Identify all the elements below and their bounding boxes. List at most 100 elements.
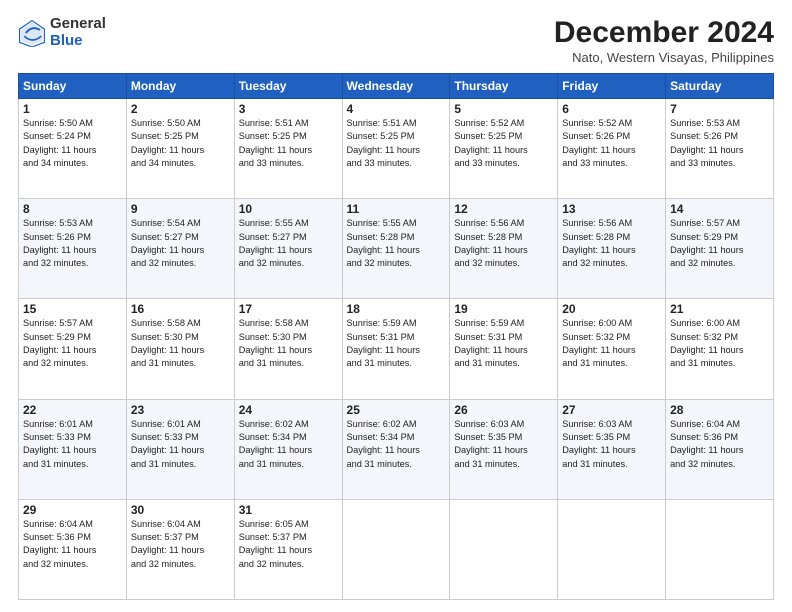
- day-info: Sunrise: 6:02 AM Sunset: 5:34 PM Dayligh…: [239, 418, 338, 471]
- table-row: 25Sunrise: 6:02 AM Sunset: 5:34 PM Dayli…: [342, 399, 450, 499]
- table-row: 3Sunrise: 5:51 AM Sunset: 5:25 PM Daylig…: [234, 99, 342, 199]
- table-row: 9Sunrise: 5:54 AM Sunset: 5:27 PM Daylig…: [126, 199, 234, 299]
- col-monday: Monday: [126, 74, 234, 99]
- day-number: 26: [454, 403, 553, 417]
- day-info: Sunrise: 6:02 AM Sunset: 5:34 PM Dayligh…: [347, 418, 446, 471]
- col-saturday: Saturday: [666, 74, 774, 99]
- day-info: Sunrise: 5:54 AM Sunset: 5:27 PM Dayligh…: [131, 217, 230, 270]
- table-row: 16Sunrise: 5:58 AM Sunset: 5:30 PM Dayli…: [126, 299, 234, 399]
- subtitle: Nato, Western Visayas, Philippines: [554, 50, 774, 65]
- day-number: 31: [239, 503, 338, 517]
- calendar-week-row: 8Sunrise: 5:53 AM Sunset: 5:26 PM Daylig…: [19, 199, 774, 299]
- day-number: 30: [131, 503, 230, 517]
- table-row: 19Sunrise: 5:59 AM Sunset: 5:31 PM Dayli…: [450, 299, 558, 399]
- day-number: 12: [454, 202, 553, 216]
- day-info: Sunrise: 5:53 AM Sunset: 5:26 PM Dayligh…: [670, 117, 769, 170]
- day-info: Sunrise: 5:50 AM Sunset: 5:25 PM Dayligh…: [131, 117, 230, 170]
- table-row: 30Sunrise: 6:04 AM Sunset: 5:37 PM Dayli…: [126, 499, 234, 599]
- day-info: Sunrise: 5:58 AM Sunset: 5:30 PM Dayligh…: [239, 317, 338, 370]
- logo-general-text: General: [50, 16, 106, 33]
- table-row: 28Sunrise: 6:04 AM Sunset: 5:36 PM Dayli…: [666, 399, 774, 499]
- day-info: Sunrise: 5:51 AM Sunset: 5:25 PM Dayligh…: [347, 117, 446, 170]
- table-row: 22Sunrise: 6:01 AM Sunset: 5:33 PM Dayli…: [19, 399, 127, 499]
- table-row: 5Sunrise: 5:52 AM Sunset: 5:25 PM Daylig…: [450, 99, 558, 199]
- day-info: Sunrise: 5:56 AM Sunset: 5:28 PM Dayligh…: [454, 217, 553, 270]
- day-number: 10: [239, 202, 338, 216]
- col-tuesday: Tuesday: [234, 74, 342, 99]
- day-info: Sunrise: 5:52 AM Sunset: 5:25 PM Dayligh…: [454, 117, 553, 170]
- title-area: December 2024 Nato, Western Visayas, Phi…: [554, 16, 774, 65]
- table-row: 29Sunrise: 6:04 AM Sunset: 5:36 PM Dayli…: [19, 499, 127, 599]
- day-info: Sunrise: 5:59 AM Sunset: 5:31 PM Dayligh…: [454, 317, 553, 370]
- table-row: 6Sunrise: 5:52 AM Sunset: 5:26 PM Daylig…: [558, 99, 666, 199]
- day-number: 4: [347, 102, 446, 116]
- day-number: 23: [131, 403, 230, 417]
- calendar-table: Sunday Monday Tuesday Wednesday Thursday…: [18, 73, 774, 600]
- table-row: 21Sunrise: 6:00 AM Sunset: 5:32 PM Dayli…: [666, 299, 774, 399]
- day-info: Sunrise: 6:01 AM Sunset: 5:33 PM Dayligh…: [23, 418, 122, 471]
- page: General Blue December 2024 Nato, Western…: [0, 0, 792, 612]
- table-row: 15Sunrise: 5:57 AM Sunset: 5:29 PM Dayli…: [19, 299, 127, 399]
- day-number: 24: [239, 403, 338, 417]
- table-row: [558, 499, 666, 599]
- day-number: 21: [670, 302, 769, 316]
- day-number: 18: [347, 302, 446, 316]
- day-info: Sunrise: 5:59 AM Sunset: 5:31 PM Dayligh…: [347, 317, 446, 370]
- day-number: 2: [131, 102, 230, 116]
- logo: General Blue: [18, 16, 106, 49]
- header: General Blue December 2024 Nato, Western…: [18, 16, 774, 65]
- day-info: Sunrise: 5:56 AM Sunset: 5:28 PM Dayligh…: [562, 217, 661, 270]
- day-number: 7: [670, 102, 769, 116]
- table-row: 18Sunrise: 5:59 AM Sunset: 5:31 PM Dayli…: [342, 299, 450, 399]
- calendar-week-row: 15Sunrise: 5:57 AM Sunset: 5:29 PM Dayli…: [19, 299, 774, 399]
- calendar-week-row: 22Sunrise: 6:01 AM Sunset: 5:33 PM Dayli…: [19, 399, 774, 499]
- table-row: 17Sunrise: 5:58 AM Sunset: 5:30 PM Dayli…: [234, 299, 342, 399]
- table-row: 8Sunrise: 5:53 AM Sunset: 5:26 PM Daylig…: [19, 199, 127, 299]
- col-wednesday: Wednesday: [342, 74, 450, 99]
- table-row: 10Sunrise: 5:55 AM Sunset: 5:27 PM Dayli…: [234, 199, 342, 299]
- day-info: Sunrise: 6:04 AM Sunset: 5:36 PM Dayligh…: [23, 518, 122, 571]
- col-thursday: Thursday: [450, 74, 558, 99]
- table-row: 11Sunrise: 5:55 AM Sunset: 5:28 PM Dayli…: [342, 199, 450, 299]
- table-row: [450, 499, 558, 599]
- day-info: Sunrise: 6:00 AM Sunset: 5:32 PM Dayligh…: [562, 317, 661, 370]
- table-row: 13Sunrise: 5:56 AM Sunset: 5:28 PM Dayli…: [558, 199, 666, 299]
- calendar-week-row: 1Sunrise: 5:50 AM Sunset: 5:24 PM Daylig…: [19, 99, 774, 199]
- day-info: Sunrise: 6:01 AM Sunset: 5:33 PM Dayligh…: [131, 418, 230, 471]
- day-number: 5: [454, 102, 553, 116]
- day-number: 3: [239, 102, 338, 116]
- day-info: Sunrise: 6:03 AM Sunset: 5:35 PM Dayligh…: [562, 418, 661, 471]
- day-info: Sunrise: 6:00 AM Sunset: 5:32 PM Dayligh…: [670, 317, 769, 370]
- day-info: Sunrise: 5:55 AM Sunset: 5:28 PM Dayligh…: [347, 217, 446, 270]
- table-row: 31Sunrise: 6:05 AM Sunset: 5:37 PM Dayli…: [234, 499, 342, 599]
- day-number: 25: [347, 403, 446, 417]
- table-row: 2Sunrise: 5:50 AM Sunset: 5:25 PM Daylig…: [126, 99, 234, 199]
- table-row: [666, 499, 774, 599]
- day-number: 29: [23, 503, 122, 517]
- day-number: 8: [23, 202, 122, 216]
- day-number: 6: [562, 102, 661, 116]
- day-info: Sunrise: 6:05 AM Sunset: 5:37 PM Dayligh…: [239, 518, 338, 571]
- calendar-week-row: 29Sunrise: 6:04 AM Sunset: 5:36 PM Dayli…: [19, 499, 774, 599]
- table-row: 23Sunrise: 6:01 AM Sunset: 5:33 PM Dayli…: [126, 399, 234, 499]
- table-row: 14Sunrise: 5:57 AM Sunset: 5:29 PM Dayli…: [666, 199, 774, 299]
- day-number: 1: [23, 102, 122, 116]
- day-info: Sunrise: 6:03 AM Sunset: 5:35 PM Dayligh…: [454, 418, 553, 471]
- table-row: 20Sunrise: 6:00 AM Sunset: 5:32 PM Dayli…: [558, 299, 666, 399]
- day-info: Sunrise: 5:58 AM Sunset: 5:30 PM Dayligh…: [131, 317, 230, 370]
- main-title: December 2024: [554, 16, 774, 50]
- table-row: 24Sunrise: 6:02 AM Sunset: 5:34 PM Dayli…: [234, 399, 342, 499]
- table-row: 7Sunrise: 5:53 AM Sunset: 5:26 PM Daylig…: [666, 99, 774, 199]
- day-number: 20: [562, 302, 661, 316]
- table-row: [342, 499, 450, 599]
- day-number: 17: [239, 302, 338, 316]
- day-number: 16: [131, 302, 230, 316]
- table-row: 26Sunrise: 6:03 AM Sunset: 5:35 PM Dayli…: [450, 399, 558, 499]
- col-friday: Friday: [558, 74, 666, 99]
- day-number: 11: [347, 202, 446, 216]
- logo-icon: [18, 19, 46, 47]
- day-info: Sunrise: 6:04 AM Sunset: 5:36 PM Dayligh…: [670, 418, 769, 471]
- table-row: 12Sunrise: 5:56 AM Sunset: 5:28 PM Dayli…: [450, 199, 558, 299]
- day-info: Sunrise: 5:50 AM Sunset: 5:24 PM Dayligh…: [23, 117, 122, 170]
- day-number: 9: [131, 202, 230, 216]
